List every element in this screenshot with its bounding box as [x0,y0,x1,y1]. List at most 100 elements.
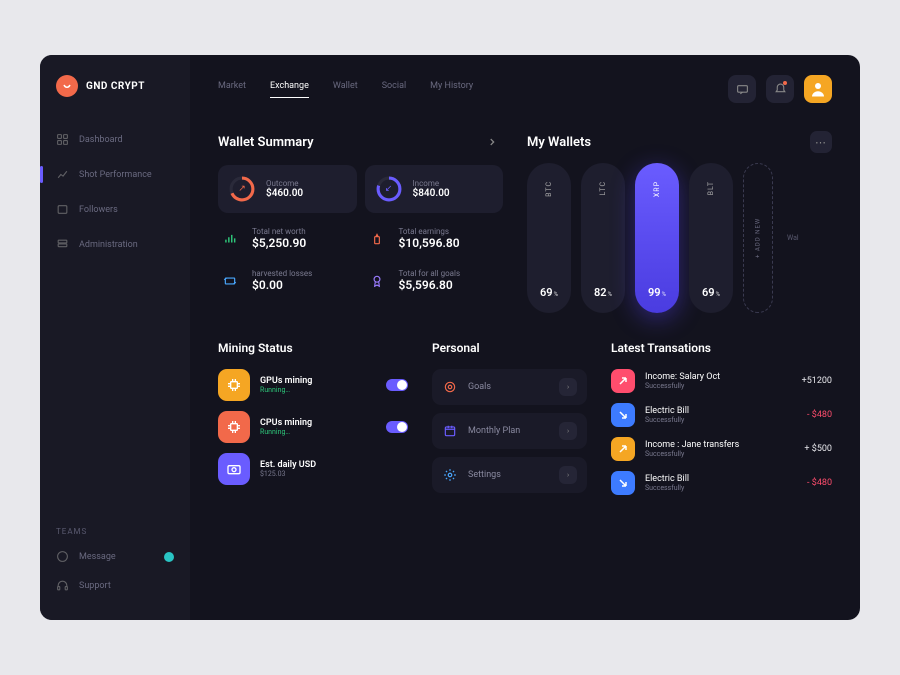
wallet-percent: 69% [702,286,720,299]
transaction-title: Electric Bill [645,474,689,484]
chip-icon [218,411,250,443]
mining-item: Est. daily USD $125.03 [218,453,408,485]
transaction-status: Successfully [645,382,720,390]
chart-icon [56,168,69,181]
sidebar-item-administration[interactable]: Administration [40,230,190,259]
stat-item: Total earnings $10,596.80 [365,227,504,251]
transaction-icon [611,471,635,495]
outcome-card[interactable]: ↗ Outcome $460.00 [218,165,357,213]
camera-icon [218,453,250,485]
content-grid: Wallet Summary ↗ Outcome $460.00 [218,131,832,313]
transaction-item[interactable]: Income : Jane transfers Successfully + $… [611,437,832,461]
teams-heading: TEAMS [40,517,190,542]
topnav-item-social[interactable]: Social [382,81,406,98]
mining-toggle[interactable] [386,379,408,391]
personal-item-icon [442,423,458,439]
transaction-item[interactable]: Electric Bill Successfully - $480 [611,403,832,427]
personal-item-settings[interactable]: Settings › [432,457,587,493]
stat-icon [218,269,242,293]
sidebar-item-message[interactable]: Message [40,542,190,571]
stat-item: Total for all goals $5,596.80 [365,269,504,293]
messages-button[interactable] [728,75,756,103]
chat-icon [736,83,749,96]
personal-item-goals[interactable]: Goals › [432,369,587,405]
wallet-symbol: LTC [599,181,607,195]
personal-item-icon [442,467,458,483]
personal-item-monthly-plan[interactable]: Monthly Plan › [432,413,587,449]
add-wallet-button[interactable]: + ADD NEW [743,163,773,313]
main-content: Market Exchange Wallet Social My History [190,55,860,620]
my-wallets-section: My Wallets ⋯ BTC 69% LTC 82% XRP 99% BLT… [527,131,832,313]
transaction-amount: + $500 [804,444,832,454]
topnav-item-history[interactable]: My History [430,81,473,98]
personal-title: Personal [432,341,587,355]
stat-label: Total earnings [399,227,460,236]
mining-item-status: Running… [260,386,312,394]
mining-item-status: $125.03 [260,470,316,478]
sidebar-item-label: Shot Performance [79,170,152,180]
wallet-pill-ltc[interactable]: LTC 82% [581,163,625,313]
transaction-item[interactable]: Electric Bill Successfully - $480 [611,471,832,495]
transaction-amount: - $480 [807,410,832,420]
mining-item-title: Est. daily USD [260,460,316,470]
wallet-summary-expand-button[interactable] [481,131,503,153]
transaction-icon [611,403,635,427]
sidebar: GND CRYPT Dashboard Shot Performance Fol… [40,55,190,620]
topnav-item-market[interactable]: Market [218,81,246,98]
notifications-button[interactable] [766,75,794,103]
sidebar-item-support[interactable]: Support [40,571,190,600]
wallet-pill-btc[interactable]: BTC 69% [527,163,571,313]
stat-icon [365,269,389,293]
sidebar-item-label: Message [79,552,116,562]
stat-value: $5,250.90 [252,236,306,250]
avatar-icon [809,80,827,98]
app-window: GND CRYPT Dashboard Shot Performance Fol… [40,55,860,620]
stat-label: Total for all goals [399,269,461,278]
arrow-up-right-icon: ↗ [228,175,256,203]
transaction-item[interactable]: Income: Salary Oct Successfully +51200 [611,369,832,393]
mining-toggle[interactable] [386,421,408,433]
transaction-icon [611,369,635,393]
wallets-more-button[interactable]: ⋯ [810,131,832,153]
transaction-title: Income : Jane transfers [645,440,739,450]
transaction-amount: - $480 [807,478,832,488]
outcome-value: $460.00 [266,188,303,199]
mining-item-title: GPUs mining [260,376,312,386]
transactions-section: Latest Transations Income: Salary Oct Su… [611,341,832,505]
mining-item-title: CPUs mining [260,418,312,428]
wallet-pill-xrp[interactable]: XRP 99% [635,163,679,313]
wallet-symbol: XRP [653,181,661,197]
stat-value: $10,596.80 [399,236,460,250]
topnav-item-wallet[interactable]: Wallet [333,81,358,98]
mining-status-section: Mining Status GPUs mining Running… CPUs … [218,341,408,505]
stat-icon [365,227,389,251]
bottom-grid: Mining Status GPUs mining Running… CPUs … [218,341,832,505]
stat-label: Total net worth [252,227,306,236]
outcome-label: Outcome [266,179,303,188]
stat-value: $5,596.80 [399,278,461,292]
topnav-item-exchange[interactable]: Exchange [270,81,309,98]
brand-logo: GND CRYPT [40,75,190,125]
top-nav: Market Exchange Wallet Social My History [218,81,473,98]
income-card[interactable]: ↙ Income $840.00 [365,165,504,213]
sidebar-item-label: Support [79,581,111,591]
mining-title: Mining Status [218,341,408,355]
dots-icon: ⋯ [815,136,827,149]
sidebar-item-followers[interactable]: Followers [40,195,190,224]
wallet-percent: 99% [648,286,666,299]
sidebar-nav: Dashboard Shot Performance Followers Adm… [40,125,190,259]
transaction-icon [611,437,635,461]
wallet-pill-blt[interactable]: BLT 69% [689,163,733,313]
sidebar-item-dashboard[interactable]: Dashboard [40,125,190,154]
chevron-right-icon [487,137,497,147]
stat-value: $0.00 [252,278,312,292]
user-avatar[interactable] [804,75,832,103]
sidebar-item-performance[interactable]: Shot Performance [40,160,190,189]
income-ring-icon: ↙ [375,175,403,203]
wallets-side-label: Wal [787,234,799,242]
message-icon [56,550,69,563]
mining-item: GPUs mining Running… [218,369,408,401]
chevron-right-icon: › [559,378,577,396]
arrow-down-left-icon: ↙ [375,175,403,203]
transactions-title: Latest Transations [611,341,832,355]
